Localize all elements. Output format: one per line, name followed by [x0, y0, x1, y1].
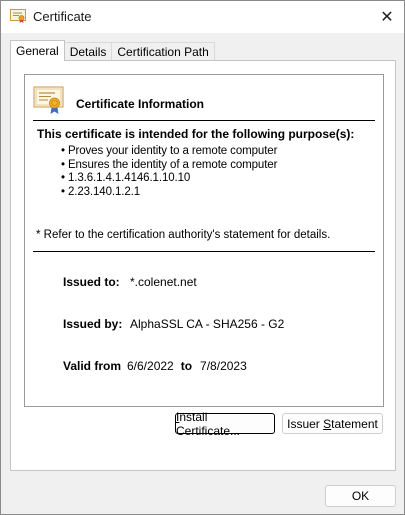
install-certificate-button[interactable]: Install Certificate...: [175, 410, 275, 438]
certificate-info-box: Certificate Information This certificate…: [24, 74, 384, 407]
divider-bottom: [33, 251, 375, 252]
close-button[interactable]: ✕: [370, 1, 404, 33]
refer-note: * Refer to the certification authority's…: [36, 229, 331, 241]
tab-strip: General Details Certification Path: [10, 40, 215, 61]
issuer-statement-button[interactable]: Issuer Statement: [282, 413, 383, 434]
tab-certification-path[interactable]: Certification Path: [111, 42, 215, 61]
certificate-info-heading: Certificate Information: [76, 97, 205, 111]
purpose-list: Proves your identity to a remote compute…: [61, 145, 278, 200]
title-bar: Certificate ✕: [1, 1, 404, 33]
issued-to-label: Issued to:: [63, 275, 120, 289]
tab-details[interactable]: Details: [63, 42, 113, 61]
issued-to-value: *.colenet.net: [130, 275, 197, 289]
issued-by-row: Issued by: AlphaSSL CA - SHA256 - G2: [63, 317, 284, 331]
list-item: Ensures the identity of a remote compute…: [61, 159, 278, 173]
certificate-icon: [10, 9, 26, 23]
general-tab-panel: Certificate Information This certificate…: [10, 60, 396, 471]
install-certificate-label: Install Certificate...: [176, 409, 241, 438]
valid-from-label: Valid from: [63, 359, 122, 373]
ok-label: OK: [351, 489, 370, 503]
close-icon: ✕: [380, 9, 394, 26]
issued-by-value: AlphaSSL CA - SHA256 - G2: [130, 317, 285, 331]
validity-row: Valid from 6/6/2022 to 7/8/2023: [63, 359, 247, 373]
issued-by-label: Issued by:: [63, 317, 123, 331]
certificate-dialog: Certificate ✕ General Details Certificat…: [0, 0, 405, 515]
valid-to-label: to: [180, 359, 193, 373]
purpose-heading: This certificate is intended for the fol…: [37, 127, 355, 141]
issued-to-row: Issued to: *.colenet.net: [63, 275, 197, 289]
window-title: Certificate: [33, 9, 92, 24]
certificate-ribbon-icon: [33, 86, 64, 114]
list-item: 1.3.6.1.4.1.4146.1.10.10: [61, 172, 277, 186]
tab-general[interactable]: General: [10, 40, 65, 61]
valid-from-value: 6/6/2022: [127, 359, 174, 373]
valid-to-value: 7/8/2023: [200, 359, 247, 373]
issuer-statement-label: Issuer Statement: [287, 416, 378, 431]
list-item: Proves your identity to a remote compute…: [61, 145, 277, 159]
list-item: 2.23.140.1.2.1: [61, 186, 277, 200]
divider-top: [33, 120, 375, 121]
ok-button[interactable]: OK: [325, 485, 396, 507]
